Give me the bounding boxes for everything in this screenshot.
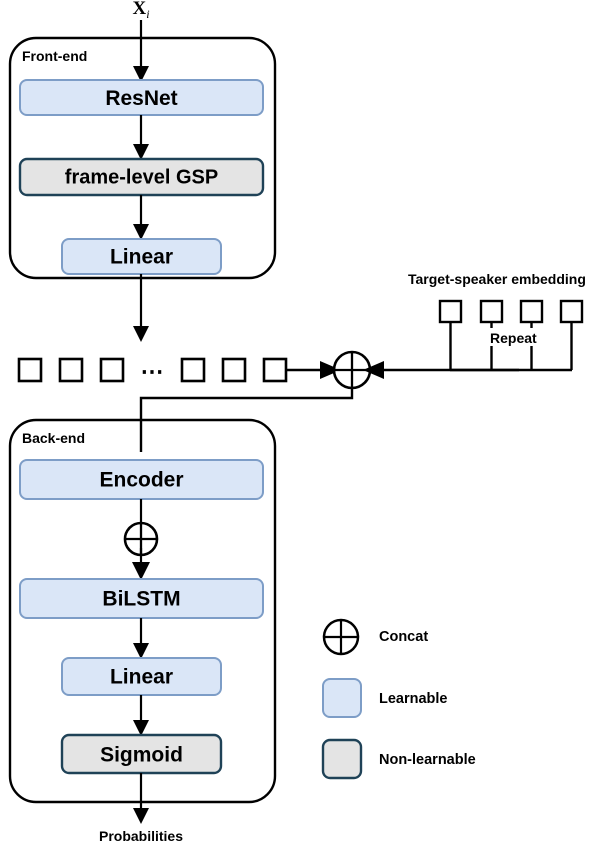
block-resnet-label: ResNet bbox=[105, 87, 177, 110]
output-label: Probabilities bbox=[99, 828, 183, 844]
block-sigmoid-label: Sigmoid bbox=[100, 744, 183, 767]
input-variable-x: Xi bbox=[132, 0, 149, 21]
arrowhead-resnet-to-gsp bbox=[133, 144, 149, 160]
diagram-canvas: Xi Front-end ResNet frame-level GSP Line… bbox=[0, 0, 610, 844]
arrowhead-linear-to-sigmoid bbox=[133, 720, 149, 736]
legend-item-learnable: Learnable bbox=[322, 678, 448, 718]
legend: Concat Learnable Non-learnable bbox=[321, 618, 476, 780]
frame-square[interactable] bbox=[58, 357, 84, 383]
legend-concat-label: Concat bbox=[379, 629, 428, 645]
legend-non-learnable-swatch bbox=[321, 738, 363, 780]
architecture-diagram: Xi Front-end ResNet frame-level GSP Line… bbox=[8, 0, 586, 844]
frame-square[interactable] bbox=[99, 357, 125, 383]
embedding-square[interactable] bbox=[559, 299, 584, 324]
block-encoder-label: Encoder bbox=[99, 469, 183, 492]
block-frame-level-gsp-label: frame-level GSP bbox=[65, 167, 218, 189]
block-bilstm-label: BiLSTM bbox=[102, 588, 180, 611]
frame-ellipsis: ⋯ bbox=[141, 358, 164, 384]
embedding-square[interactable] bbox=[519, 299, 544, 324]
embedding-square[interactable] bbox=[438, 299, 463, 324]
frame-square[interactable] bbox=[221, 357, 247, 383]
legend-non-learnable-label: Non-learnable bbox=[379, 752, 476, 768]
legend-item-concat: Concat bbox=[322, 618, 428, 656]
frame-square[interactable] bbox=[262, 357, 288, 383]
frame-sequence: ⋯ bbox=[17, 357, 288, 384]
arrowhead-bilstm-to-linear bbox=[133, 643, 149, 659]
block-frontend-linear-label: Linear bbox=[110, 246, 173, 269]
backend-label: Back-end bbox=[22, 430, 85, 446]
target-speaker-embedding-label: Target-speaker embedding bbox=[408, 271, 586, 287]
frame-square[interactable] bbox=[17, 357, 43, 383]
target-speaker-squares bbox=[438, 299, 584, 324]
legend-learnable-swatch bbox=[322, 678, 362, 718]
block-backend-linear-label: Linear bbox=[110, 666, 173, 689]
frame-square[interactable] bbox=[180, 357, 206, 383]
input-label-group: Xi bbox=[132, 0, 149, 21]
embedding-square[interactable] bbox=[479, 299, 504, 324]
legend-item-non-learnable: Non-learnable bbox=[321, 738, 476, 780]
frontend-label: Front-end bbox=[22, 48, 87, 64]
repeat-label: Repeat bbox=[490, 330, 537, 346]
legend-learnable-label: Learnable bbox=[379, 691, 448, 707]
arrowhead-frontend-to-frames bbox=[133, 326, 149, 342]
arrowhead-concat-to-bilstm bbox=[132, 562, 150, 580]
arrowhead-sigmoid-to-output bbox=[133, 808, 149, 824]
arrowhead-gsp-to-linear bbox=[133, 224, 149, 240]
